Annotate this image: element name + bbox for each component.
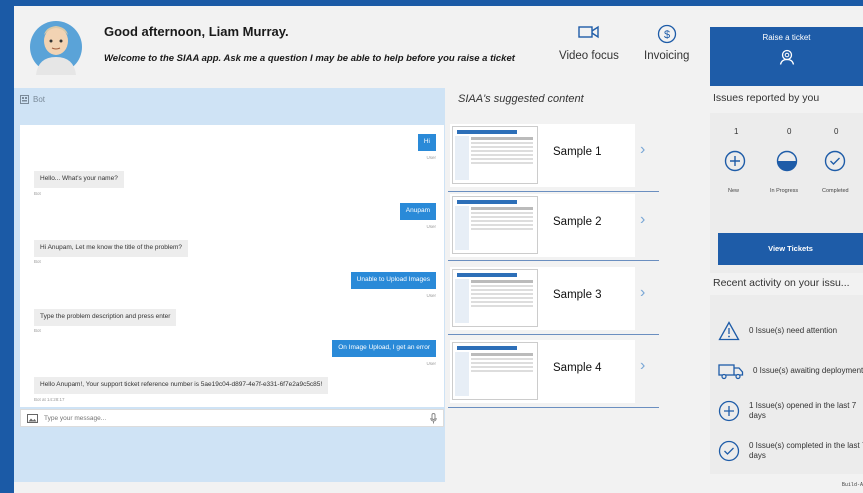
half-circle-icon[interactable]: [776, 150, 798, 172]
user-message: On Image Upload, I get an error: [332, 340, 436, 357]
new-label: New: [728, 188, 740, 194]
message-input[interactable]: [44, 414, 424, 422]
suggested-card[interactable]: Sample 2: [450, 194, 635, 257]
raise-ticket-button[interactable]: Raise a ticket: [710, 27, 863, 86]
video-focus-label: Video focus: [559, 50, 619, 62]
activity-item[interactable]: 0 Issue(s) need attention: [718, 311, 863, 351]
chevron-right-icon[interactable]: ›: [640, 141, 645, 159]
bot-icon: [20, 95, 29, 104]
divider: [448, 260, 659, 261]
chevron-right-icon[interactable]: ›: [640, 211, 645, 229]
truck-icon: [718, 364, 744, 380]
completed-label: Completed: [822, 188, 849, 194]
user-message: Unable to Upload Images: [350, 272, 436, 289]
bot-message: Type the problem description and press e…: [34, 309, 177, 326]
warning-triangle-icon: [718, 321, 740, 341]
activity-text: 0 Issue(s) completed in the last 7 days: [749, 441, 863, 460]
video-camera-icon: [578, 25, 599, 39]
message-caption: Bot at 14:28:17: [34, 397, 65, 402]
bot-panel: Bot Hi User Hello... What's your name? B…: [14, 88, 445, 482]
activity-text: 1 Issue(s) opened in the last 7 days: [749, 401, 857, 420]
card-thumbnail: [452, 269, 538, 327]
invoicing-button[interactable]: $ Invoicing: [644, 24, 689, 62]
card-title: Sample 3: [553, 289, 602, 301]
user-message: Hi: [417, 134, 436, 151]
bot-message: Hello... What's your name?: [34, 171, 124, 188]
message-caption: User: [426, 224, 436, 229]
dollar-circle-icon: $: [657, 24, 676, 44]
plus-circle-icon[interactable]: [724, 150, 746, 172]
message-caption: Bot: [34, 328, 41, 333]
check-circle-icon[interactable]: [824, 150, 846, 172]
message-caption: Bot: [34, 191, 41, 196]
message-caption: User: [426, 361, 436, 366]
avatar: [30, 21, 82, 75]
bot-message: Hi Anupam, Let me know the title of the …: [34, 240, 188, 257]
video-focus-button[interactable]: Video focus: [559, 24, 619, 62]
welcome-text: Welcome to the SIAA app. Ask me a questi…: [104, 53, 515, 64]
issues-title: Issues reported by you: [713, 92, 820, 104]
activity-title: Recent activity on your issu...: [713, 277, 850, 289]
app-panel: Good afternoon, Liam Murray. Welcome to …: [14, 6, 863, 493]
bot-message: Hello Anupam!, Your support ticket refer…: [34, 377, 329, 394]
card-title: Sample 4: [553, 362, 602, 374]
activity-text: 0 Issue(s) awaiting deployment: [753, 366, 863, 376]
raise-ticket-label: Raise a ticket: [762, 33, 811, 42]
bot-title: Bot: [20, 95, 45, 104]
activity-item[interactable]: 0 Issue(s) completed in the last 7 days: [718, 431, 863, 471]
greeting: Good afternoon, Liam Murray.: [104, 24, 289, 39]
issues-panel: 1 0 0 New In Progress Completed View Tic…: [710, 113, 863, 273]
new-count: 1: [734, 127, 739, 136]
message-caption: User: [426, 293, 436, 298]
bot-title-label: Bot: [33, 95, 46, 104]
plus-circle-icon: [718, 400, 740, 422]
card-title: Sample 1: [553, 146, 602, 158]
activity-item[interactable]: 1 Issue(s) opened in the last 7 days: [718, 391, 863, 431]
card-title: Sample 2: [553, 216, 602, 228]
user-message: Anupam: [399, 203, 436, 220]
card-thumbnail: [452, 196, 538, 254]
chevron-right-icon[interactable]: ›: [640, 357, 645, 375]
divider: [448, 191, 659, 192]
message-caption: User: [426, 155, 436, 160]
microphone-icon[interactable]: [430, 412, 437, 424]
svg-text:$: $: [664, 29, 670, 41]
divider: [448, 334, 659, 335]
activity-panel: 0 Issue(s) need attention 0 Issue(s) awa…: [710, 295, 863, 474]
card-thumbnail: [452, 126, 538, 184]
person-search-icon: [779, 49, 794, 65]
build-label: Build-A: [841, 482, 863, 488]
in-progress-count: 0: [787, 127, 792, 136]
view-tickets-button[interactable]: View Tickets: [718, 233, 863, 265]
suggested-title: SIAA's suggested content: [458, 93, 584, 105]
card-thumbnail: [452, 342, 538, 400]
suggested-card[interactable]: Sample 3: [450, 267, 635, 330]
divider: [448, 407, 659, 408]
suggested-card[interactable]: Sample 1: [450, 124, 635, 187]
activity-text: 0 Issue(s) need attention: [749, 326, 838, 336]
in-progress-label: In Progress: [770, 188, 799, 194]
check-circle-icon: [718, 440, 740, 462]
completed-count: 0: [834, 127, 839, 136]
activity-item[interactable]: 0 Issue(s) awaiting deployment: [718, 351, 863, 391]
message-caption: Bot: [34, 259, 41, 264]
header: Good afternoon, Liam Murray. Welcome to …: [14, 6, 703, 88]
image-upload-icon[interactable]: [27, 413, 38, 423]
chevron-right-icon[interactable]: ›: [640, 284, 645, 302]
chat-log[interactable]: Hi User Hello... What's your name? Bot A…: [20, 125, 444, 407]
suggested-card[interactable]: Sample 4: [450, 340, 635, 403]
invoicing-label: Invoicing: [644, 50, 690, 62]
message-input-bar: [20, 409, 444, 427]
